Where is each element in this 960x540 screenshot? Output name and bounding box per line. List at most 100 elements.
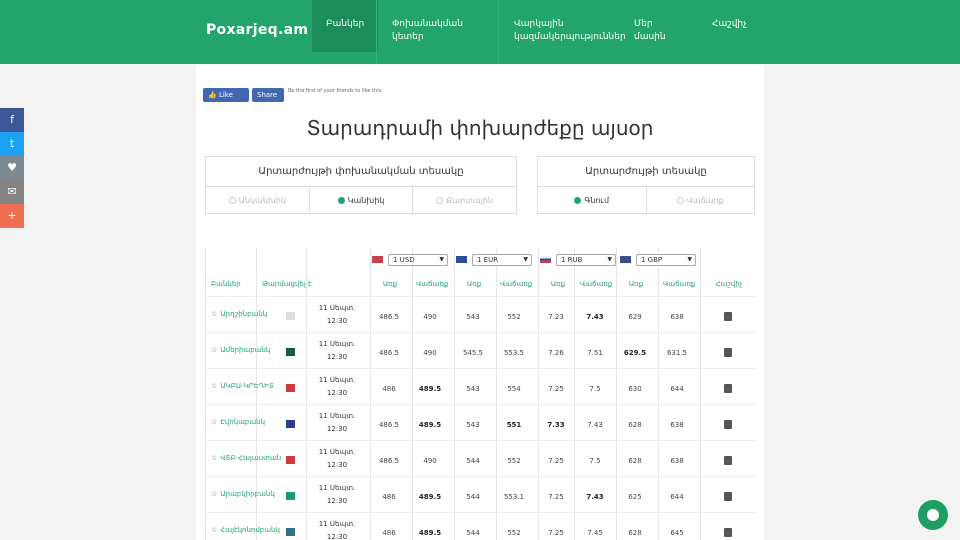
facebook-like-button[interactable]: 👍 Like [203, 88, 249, 102]
facebook-share-button[interactable]: Share [252, 88, 284, 102]
rate-cell: 644 [670, 385, 684, 393]
bank-name-link[interactable]: ☆ Ամերիաբանկ [211, 346, 296, 355]
row-divider [205, 476, 755, 477]
bank-name: Արաբկիրբանկ [220, 490, 275, 498]
rate-cell: 490 [423, 457, 437, 465]
header-rub-sell[interactable]: Վաճառք [580, 280, 612, 288]
nav-exchange-points[interactable]: Փոխանակման կետեր [392, 18, 472, 44]
gb-flag-icon [620, 256, 631, 263]
row-divider [205, 512, 755, 513]
chat-share-icon[interactable]: ♥ [0, 156, 24, 180]
rate-cell: 7.25 [548, 457, 564, 465]
row-divider [205, 368, 755, 369]
header-rub-buy[interactable]: Առք [543, 280, 573, 288]
bank-name-link[interactable]: ☆ Արաբկիրբանկ [211, 490, 296, 499]
rate-cell: 7.43 [587, 421, 603, 429]
rate-type-option-buy[interactable]: Գնում [538, 187, 647, 214]
calculator-icon[interactable] [724, 384, 732, 393]
bank-name-link[interactable]: ☆ Էվոկաբանկ [211, 418, 296, 427]
header-gbp-buy[interactable]: Առք [621, 280, 651, 288]
header-usd-buy[interactable]: Առք [375, 280, 405, 288]
bank-name: Արդշինբանկ [220, 310, 268, 318]
updated-time: 11 Սեպտ. 12:30 [312, 410, 362, 436]
calculator-icon[interactable] [724, 420, 732, 429]
exchange-type-option-cash[interactable]: Կանխիկ [310, 187, 414, 214]
header-calc: Հաշվիչ [715, 280, 743, 288]
rate-cell: 7.25 [548, 385, 564, 393]
exchange-type-option-noncash[interactable]: Անկանխիկ [206, 187, 310, 214]
favorite-star-icon[interactable]: ☆ [211, 418, 217, 426]
favorite-star-icon[interactable]: ☆ [211, 490, 217, 498]
updated-date: 11 Սեպտ. [318, 448, 356, 456]
bank-name-link[interactable]: ☆ Հայէկոնոմբանկ [211, 526, 296, 535]
header-bank[interactable]: Բանկեր [211, 280, 241, 288]
calculator-icon[interactable] [724, 492, 732, 501]
rate-cell: 545.5 [462, 349, 484, 357]
rate-cell: 7.45 [587, 529, 603, 537]
favorite-star-icon[interactable]: ☆ [211, 310, 217, 318]
row-divider [205, 296, 755, 297]
calculator-icon[interactable] [724, 348, 732, 357]
nav-credit-organizations[interactable]: Վարկային կազմակերպություններ [514, 18, 626, 44]
rate-type-title: Արտարժույթի տեսակը [538, 157, 754, 187]
site-logo[interactable]: Poxarjeq.am [206, 22, 308, 38]
rate-cell: 486 [382, 529, 396, 537]
bank-name: Հայէկոնոմբանկ [220, 526, 280, 534]
rate-type-option-sell[interactable]: Վաճառք [647, 187, 755, 214]
calculator-icon[interactable] [724, 456, 732, 465]
bank-logo-icon [286, 420, 295, 428]
bank-name: ՎՏԲ-Հայաստան [220, 454, 282, 462]
us-flag-icon [372, 256, 383, 263]
rate-cell: 490 [423, 313, 437, 321]
nav-about[interactable]: Մեր մասին [634, 18, 674, 44]
header-gbp-sell[interactable]: Վաճառք [663, 280, 695, 288]
rate-cell: 7.5 [589, 457, 601, 465]
rate-cell: 489.5 [418, 529, 442, 537]
email-share-icon[interactable]: ✉ [0, 180, 24, 204]
bank-name-link[interactable]: ☆ ԱԿԲԱ-ԿՐԵԴԻՏ [211, 382, 296, 391]
rate-cell: 553.5 [503, 349, 525, 357]
facebook-like-text: Be the first of your friends to like thi… [288, 88, 383, 94]
currency-dropdown-rub[interactable]: 1 RUB ▼ [556, 254, 616, 266]
chat-bubble-icon [927, 509, 939, 521]
header-eur-sell[interactable]: Վաճառք [500, 280, 532, 288]
updated-clock: 12:30 [326, 425, 348, 433]
favorite-star-icon[interactable]: ☆ [211, 526, 217, 534]
calculator-icon[interactable] [724, 528, 732, 537]
calculator-icon[interactable] [724, 312, 732, 321]
nav-banks[interactable]: Բանկեր [312, 0, 379, 52]
rate-cell: 552 [507, 529, 521, 537]
plus-share-icon[interactable]: + [0, 204, 24, 228]
nav-calculator[interactable]: Հաշվիչ [712, 18, 747, 31]
column-divider [700, 248, 701, 540]
header-updated[interactable]: Թարմացվել է [262, 280, 312, 288]
rate-cell: 7.25 [548, 529, 564, 537]
bank-name-link[interactable]: ☆ Արդշինբանկ [211, 310, 296, 319]
exchange-type-option-card[interactable]: Քարտային [413, 187, 516, 214]
favorite-star-icon[interactable]: ☆ [211, 346, 217, 354]
favorite-star-icon[interactable]: ☆ [211, 454, 217, 462]
currency-dropdown-eur[interactable]: 1 EUR ▼ [472, 254, 532, 266]
rate-cell: 552 [507, 457, 521, 465]
row-divider [205, 404, 755, 405]
rate-cell: 544 [466, 493, 480, 501]
currency-dropdown-usd[interactable]: 1 USD ▼ [388, 254, 448, 266]
twitter-share-icon[interactable]: t [0, 132, 24, 156]
updated-time: 11 Սեպտ. 12:30 [312, 446, 362, 472]
updated-time: 11 Սեպտ. 12:30 [312, 302, 362, 328]
rate-cell: 629.5 [623, 349, 647, 357]
header-usd-sell[interactable]: Վաճառք [416, 280, 448, 288]
updated-time: 11 Սեպտ. 12:30 [312, 374, 362, 400]
rate-cell: 645 [670, 529, 684, 537]
rate-cell: 625 [628, 493, 642, 501]
rate-cell: 644 [670, 493, 684, 501]
rate-cell: 544 [466, 457, 480, 465]
currency-dropdown-gbp[interactable]: 1 GBP ▼ [636, 254, 696, 266]
updated-date: 11 Սեպտ. [318, 304, 356, 312]
facebook-share-icon[interactable]: f [0, 108, 24, 132]
bank-name-link[interactable]: ☆ ՎՏԲ-Հայաստան [211, 454, 296, 463]
rate-cell: 552 [507, 313, 521, 321]
favorite-star-icon[interactable]: ☆ [211, 382, 217, 390]
header-eur-buy[interactable]: Առք [459, 280, 489, 288]
bank-logo-icon [286, 312, 295, 320]
